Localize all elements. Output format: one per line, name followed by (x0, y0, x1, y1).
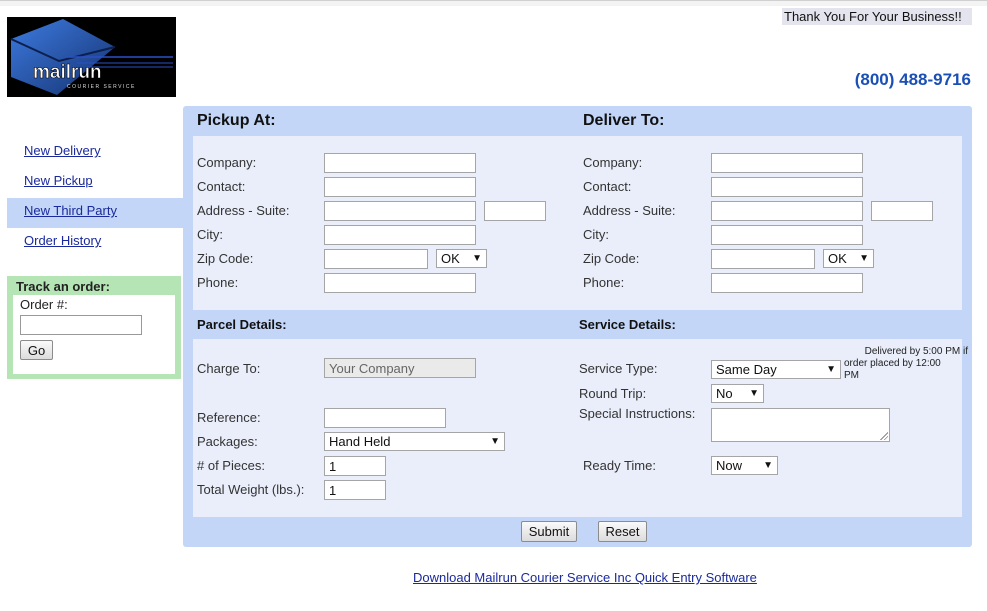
special-instructions-input[interactable] (711, 408, 890, 442)
pickup-phone-label: Phone: (197, 275, 239, 290)
resize-grip-icon[interactable] (880, 432, 888, 440)
charge-to-label: Charge To: (197, 361, 261, 376)
dropdown-arrow-icon: ▼ (490, 436, 500, 447)
deliver-contact-label: Contact: (583, 179, 632, 194)
pieces-input[interactable] (324, 456, 386, 476)
nav-new-pickup[interactable]: New Pickup (7, 168, 183, 198)
pickup-city-input[interactable] (324, 225, 476, 245)
weight-label: Total Weight (lbs.): (197, 482, 305, 497)
ready-time-label: Ready Time: (583, 458, 656, 473)
dropdown-arrow-icon: ▼ (859, 253, 869, 264)
round-trip-value: No (716, 386, 733, 401)
dropdown-arrow-icon: ▼ (763, 460, 773, 471)
deliver-address-label: Address - Suite: (583, 203, 676, 218)
browser-top-edge (0, 0, 987, 6)
service-type-label: Service Type: (579, 361, 658, 376)
go-button[interactable]: Go (20, 340, 53, 360)
service-type-value: Same Day (716, 362, 777, 377)
packages-value: Hand Held (329, 434, 391, 449)
phone-number: (800) 488-9716 (854, 70, 971, 89)
packages-select[interactable]: Hand Held ▼ (324, 432, 505, 451)
pickup-contact-input[interactable] (324, 177, 476, 197)
reference-label: Reference: (197, 410, 261, 425)
pieces-label: # of Pieces: (197, 458, 265, 473)
deliver-state-value: OK (828, 251, 847, 266)
track-order-box: Track an order: Order #: Go (7, 276, 181, 379)
pickup-suite-input[interactable] (484, 201, 546, 221)
mailrun-logo: mailrun COURIER SERVICE (7, 17, 176, 97)
logo-wordmark: mailrun (33, 62, 102, 83)
deliver-company-input[interactable] (711, 153, 863, 173)
reference-input[interactable] (324, 408, 446, 428)
pickup-address-input[interactable] (324, 201, 476, 221)
special-instructions-label: Special Instructions: (579, 406, 696, 421)
service-type-note-line3: PM (844, 370, 859, 381)
deliver-phone-label: Phone: (583, 275, 625, 290)
track-order-title: Track an order: (16, 279, 110, 294)
deliver-company-label: Company: (583, 155, 643, 170)
round-trip-label: Round Trip: (579, 386, 647, 401)
deliver-zip-label: Zip Code: (583, 251, 640, 266)
logo-tagline: COURIER SERVICE (67, 84, 136, 90)
submit-button[interactable]: Submit (521, 521, 577, 542)
dropdown-arrow-icon: ▼ (749, 388, 759, 399)
deliver-address-input[interactable] (711, 201, 863, 221)
weight-input[interactable] (324, 480, 386, 500)
deliver-state-select[interactable]: OK ▼ (823, 249, 874, 268)
dropdown-arrow-icon: ▼ (472, 253, 482, 264)
envelope-icon: mailrun COURIER SERVICE (10, 19, 173, 95)
deliver-city-label: City: (583, 227, 609, 242)
pickup-city-label: City: (197, 227, 223, 242)
service-type-note-line2: order placed by 12:00 (844, 358, 941, 369)
service-type-note-line1: Delivered by 5:00 PM if (864, 346, 968, 357)
deliver-phone-input[interactable] (711, 273, 863, 293)
track-order-body: Order #: Go (13, 295, 175, 374)
deliver-city-input[interactable] (711, 225, 863, 245)
thank-you-banner: Thank You For Your Business!! (782, 8, 972, 25)
nav-new-third-party[interactable]: New Third Party (7, 198, 183, 228)
parcel-details-title: Parcel Details: (197, 317, 287, 332)
pickup-company-label: Company: (197, 155, 257, 170)
service-details-title: Service Details: (579, 317, 676, 332)
dropdown-arrow-icon: ▼ (826, 364, 836, 375)
order-number-label: Order #: (20, 297, 68, 312)
nav-order-history[interactable]: Order History (7, 228, 183, 258)
round-trip-select[interactable]: No ▼ (711, 384, 764, 403)
pickup-phone-input[interactable] (324, 273, 476, 293)
pickup-state-select[interactable]: OK ▼ (436, 249, 487, 268)
deliver-title: Deliver To: (583, 112, 665, 129)
pickup-address-label: Address - Suite: (197, 203, 290, 218)
order-form-panel: Pickup At: Deliver To: Company: Contact:… (183, 106, 972, 547)
deliver-zip-input[interactable] (711, 249, 815, 269)
ready-time-value: Now (716, 458, 743, 473)
packages-label: Packages: (197, 434, 258, 449)
pickup-zip-label: Zip Code: (197, 251, 254, 266)
order-number-input[interactable] (20, 315, 142, 335)
pickup-title: Pickup At: (197, 112, 276, 129)
deliver-contact-input[interactable] (711, 177, 863, 197)
pickup-state-value: OK (441, 251, 460, 266)
pickup-company-input[interactable] (324, 153, 476, 173)
deliver-suite-input[interactable] (871, 201, 933, 221)
service-type-select[interactable]: Same Day ▼ (711, 360, 841, 379)
nav-new-delivery[interactable]: New Delivery (7, 138, 183, 168)
pickup-zip-input[interactable] (324, 249, 428, 269)
sidebar-nav: New Delivery New Pickup New Third Party … (7, 138, 183, 258)
reset-button[interactable]: Reset (598, 521, 647, 542)
charge-to-input (324, 358, 476, 378)
ready-time-select[interactable]: Now ▼ (711, 456, 778, 475)
download-software-link[interactable]: Download Mailrun Courier Service Inc Qui… (413, 570, 757, 585)
pickup-contact-label: Contact: (197, 179, 246, 194)
